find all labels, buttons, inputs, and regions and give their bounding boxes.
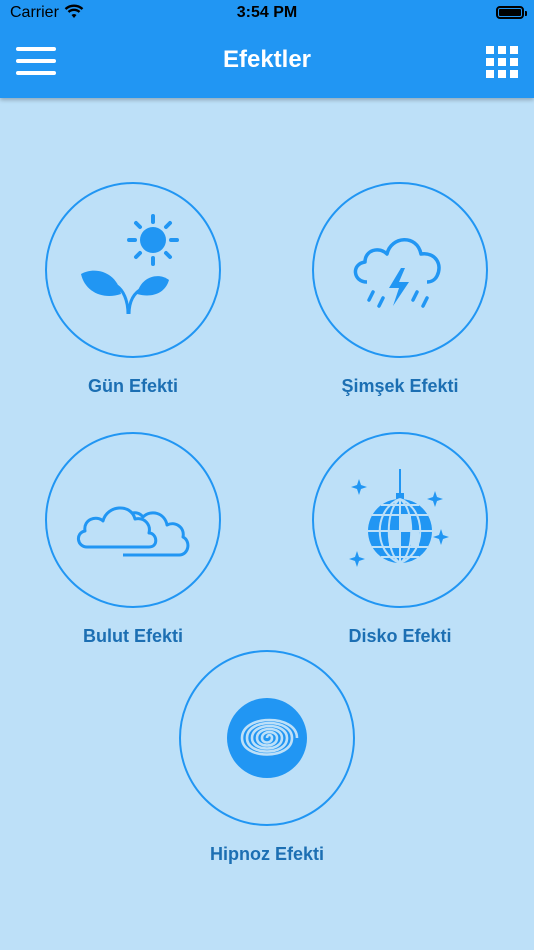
effect-hipnoz-label[interactable]: Hipnoz Efekti (152, 844, 382, 865)
effect-disko[interactable]: Disko Efekti (285, 432, 515, 647)
effect-gun[interactable]: Gün Efekti (18, 182, 248, 397)
effect-bulut-circle[interactable] (45, 432, 221, 608)
sun-plant-icon (81, 214, 179, 315)
effect-hipnoz[interactable]: Hipnoz Efekti (152, 650, 382, 865)
clouds-icon (77, 506, 190, 557)
effect-disko-label[interactable]: Disko Efekti (285, 626, 515, 647)
thunderstorm-icon (353, 238, 441, 308)
effect-gun-circle[interactable] (45, 182, 221, 358)
effect-hipnoz-circle[interactable] (179, 650, 355, 826)
effect-gun-label[interactable]: Gün Efekti (18, 376, 248, 397)
page-title: Efektler (222, 46, 312, 73)
status-time: 3:54 PM (236, 4, 298, 21)
grid-view-button[interactable] (486, 46, 518, 78)
effect-bulut[interactable]: Bulut Efekti (18, 432, 248, 647)
battery-icon (496, 6, 527, 19)
hypnosis-spiral-icon (227, 698, 307, 778)
effect-bulut-label[interactable]: Bulut Efekti (18, 626, 248, 647)
top-bar: Carrier 3:54 PM Efektler (0, 0, 534, 98)
disco-ball-icon (349, 469, 449, 567)
effect-disko-circle[interactable] (312, 432, 488, 608)
effect-simsek-label[interactable]: Şimşek Efekti (285, 376, 515, 397)
effect-simsek[interactable]: Şimşek Efekti (285, 182, 515, 397)
effect-simsek-circle[interactable] (312, 182, 488, 358)
